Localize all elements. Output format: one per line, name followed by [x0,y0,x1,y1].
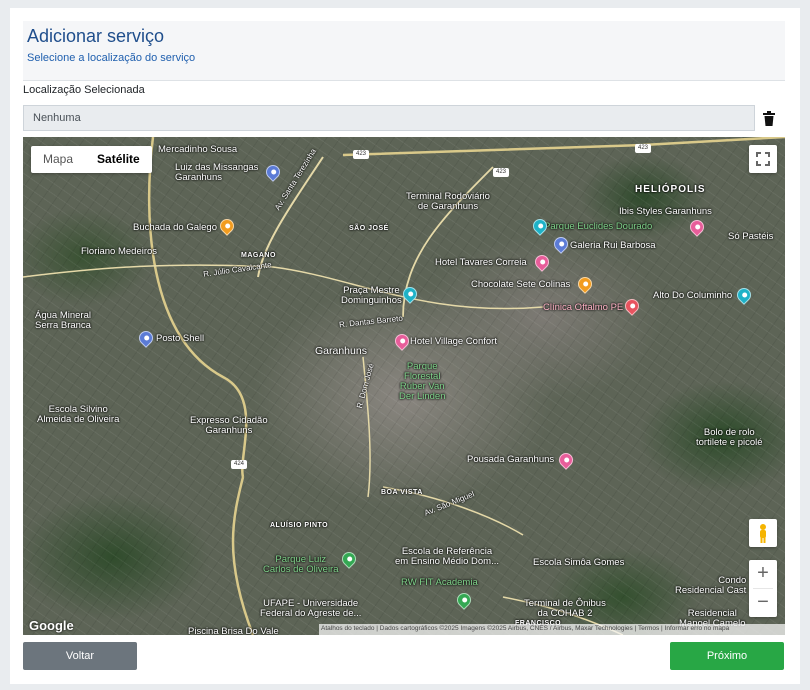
map-label-escola-simoa: Escola Simôa Gomes [533,557,625,568]
map-label-hotel-village: Hotel Village Confort [410,336,497,347]
map-label-ibis: Ibis Styles Garanhuns [619,206,712,217]
map-label-parque-luiz: Parque Luiz Carlos de Oliveira [263,554,339,575]
back-button[interactable]: Voltar [23,642,137,670]
map-label-ufape: UFAPE - Universidade Federal do Agreste … [260,598,362,619]
map-label-galeria: Galeria Rui Barbosa [570,240,656,251]
map-label-chocolate: Chocolate Sete Colinas [471,279,571,290]
map-type-mapa[interactable]: Mapa [31,146,85,173]
google-logo: Google [29,618,74,633]
trash-icon[interactable] [762,111,776,127]
route-shield-424: 424 [231,460,247,469]
fullscreen-button[interactable] [749,145,777,173]
map-label-agua-mineral: Água Mineral Serra Branca [35,310,91,331]
map-label-buchada: Buchada do Galego [133,222,217,233]
zoom-out-button[interactable]: − [749,589,777,617]
map-label-piscina: Piscina Brisa Do Vale [188,626,279,636]
map-label-mercadinho: Mercadinho Sousa [158,144,238,155]
map-label-heliopolis: HELIÓPOLIS [635,184,706,195]
map-label-parque-euclides: Parque Euclides Dourado [544,221,653,232]
map-label-alto-columinho: Alto Do Columinho [653,290,733,301]
route-shield-423-a: 423 [353,150,369,159]
zoom-in-button[interactable]: + [749,560,777,588]
page-subtitle: Selecione a localização do serviço [27,52,196,64]
map-label-terminal-rodoviario: Terminal Rodoviário de Garanhuns [406,191,490,212]
map-label-condo: Condo Residencial Cast [675,575,747,596]
map-label-parque-florestal: Parque Florestal Rúber Van Der Linden [399,361,446,402]
pegman-icon [760,524,766,543]
map-label-clinica: Clínica Oftalmo PE [543,302,624,313]
service-card: Adicionar serviço Selecione a localizaçã… [10,8,800,684]
fullscreen-icon [756,152,770,166]
selected-location-label: Localização Selecionada [23,84,145,96]
map-view[interactable]: 423 423 423 424 Mercadinho Sousa Luiz da… [23,137,785,635]
map-label-floriano: Floriano Medeiros [81,246,158,257]
map-label-terminal-onibus: Terminal de Ônibus da COHAB 2 [524,598,606,619]
zoom-control: + − [749,560,777,617]
map-label-escola-silvino: Escola Silvino Almeida de Oliveira [37,404,120,425]
map-label-hotel-tavares: Hotel Tavares Correia [435,257,527,268]
map-label-expresso: Expresso Cidadão Garanhuns [190,415,268,436]
map-label-so-pasteis: Só Pastéis [728,231,774,242]
map-label-escola-referencia: Escola de Referência em Ensino Médio Dom… [395,546,500,567]
route-shield-423-b: 423 [493,168,509,177]
map-type-control: Mapa Satélite [31,146,152,173]
map-label-garanhuns: Garanhuns [315,345,367,357]
map-label-pousada: Pousada Garanhuns [467,454,555,465]
map-label-posto-shell: Posto Shell [156,333,205,344]
next-button[interactable]: Próximo [670,642,784,670]
map-label-sao-jose: SÃO JOSÉ [349,225,389,232]
map-label-aluisio: ALUÍSIO PINTO [270,522,329,529]
selected-location-field: Nenhuma [23,105,755,131]
page-header: Adicionar serviço Selecione a localizaçã… [23,21,785,81]
map-label-bolo-rolo: Bolo de rolo tortilete e picolé [696,427,763,448]
map-label-boa-vista: BOA VISTA [381,489,423,496]
map-label-rw-fit: RW FIT Academia [401,577,478,588]
route-shield-423-c: 423 [635,144,651,153]
map-type-satelite[interactable]: Satélite [85,146,152,173]
map-label-praca-mestre: Praça Mestre Dominguinhos [341,285,402,306]
page-title: Adicionar serviço [27,26,165,46]
map-label-luiz: Luiz das Missangas Garanhuns [175,162,259,183]
street-view-button[interactable] [749,519,777,547]
map-attribution[interactable]: Atalhos do teclado | Dados cartográficos… [319,624,785,635]
